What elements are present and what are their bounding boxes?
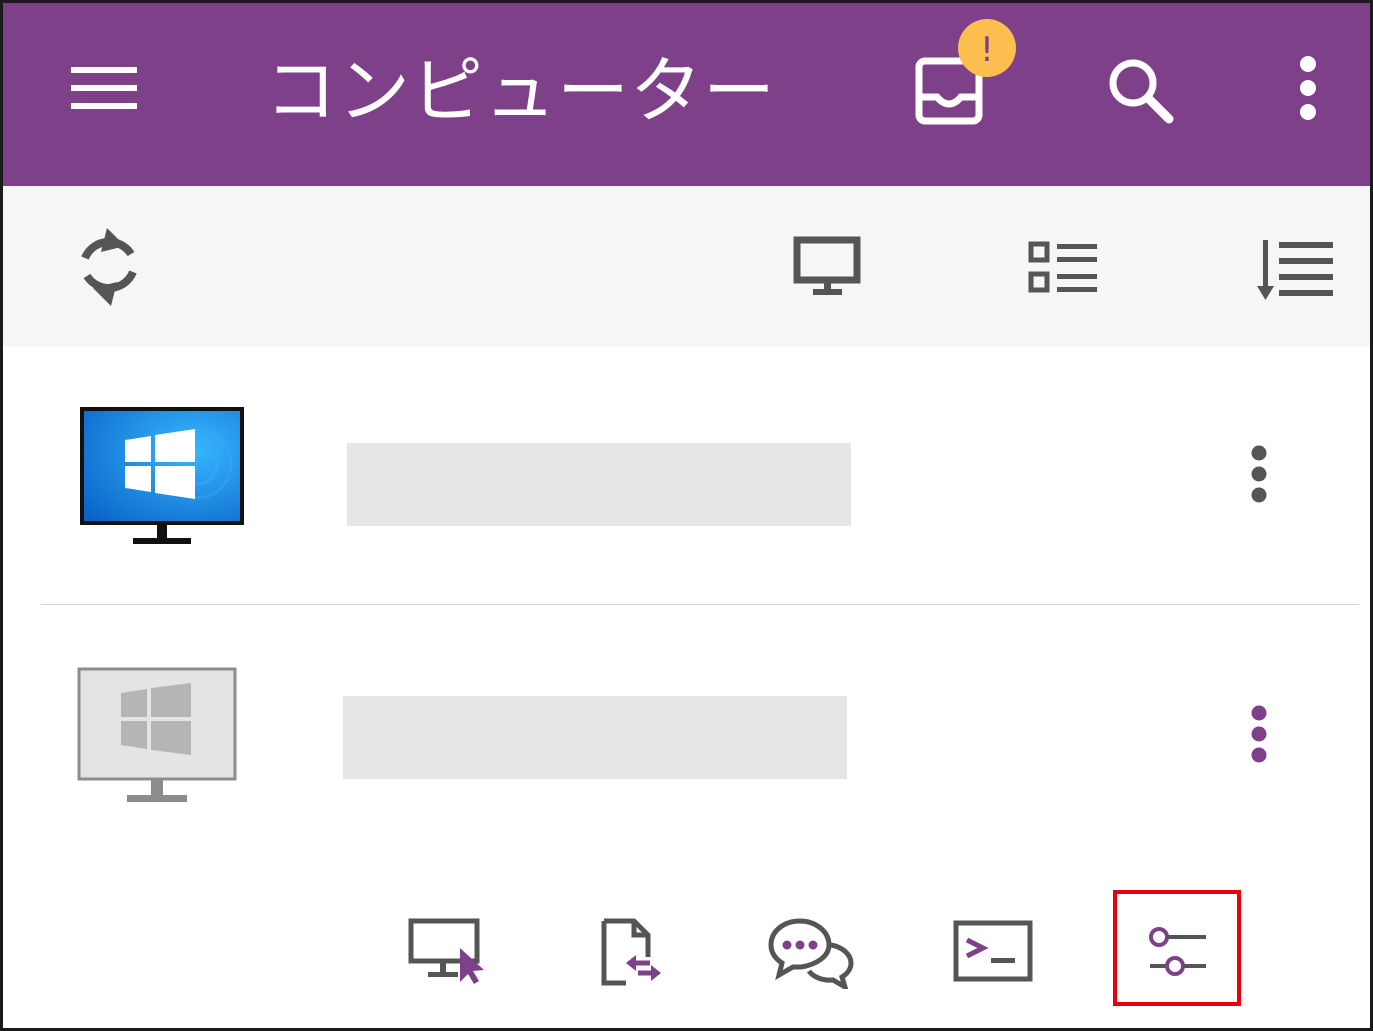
refresh-icon[interactable] xyxy=(71,224,147,310)
computer-name xyxy=(347,443,851,526)
notification-badge: ! xyxy=(956,17,1018,79)
sort-icon[interactable] xyxy=(1257,238,1337,302)
app-bar: コンピューター ! xyxy=(3,3,1370,186)
chat-icon[interactable] xyxy=(767,917,855,989)
app-window: コンピューター ! xyxy=(0,0,1373,1031)
remote-control-icon[interactable] xyxy=(408,918,490,984)
menu-icon[interactable] xyxy=(69,61,141,115)
item-more-icon[interactable] xyxy=(1248,704,1270,766)
search-icon[interactable] xyxy=(1103,53,1183,133)
list-view-icon[interactable] xyxy=(1027,240,1101,298)
badge-text: ! xyxy=(980,30,994,70)
monitor-icon[interactable] xyxy=(793,236,861,298)
computer-name xyxy=(343,696,847,779)
page-title: コンピューター xyxy=(265,49,777,133)
file-transfer-icon[interactable] xyxy=(600,917,664,987)
terminal-icon[interactable] xyxy=(953,920,1033,982)
item-more-icon[interactable] xyxy=(1248,444,1270,506)
more-vert-icon[interactable] xyxy=(1293,55,1323,125)
windows-monitor-online-icon xyxy=(79,406,245,548)
computer-list-item[interactable] xyxy=(3,346,1370,604)
computer-list-item[interactable] xyxy=(3,605,1370,865)
toolbar xyxy=(3,186,1370,346)
windows-monitor-offline-icon xyxy=(77,667,239,805)
highlight-box xyxy=(1113,890,1241,1006)
